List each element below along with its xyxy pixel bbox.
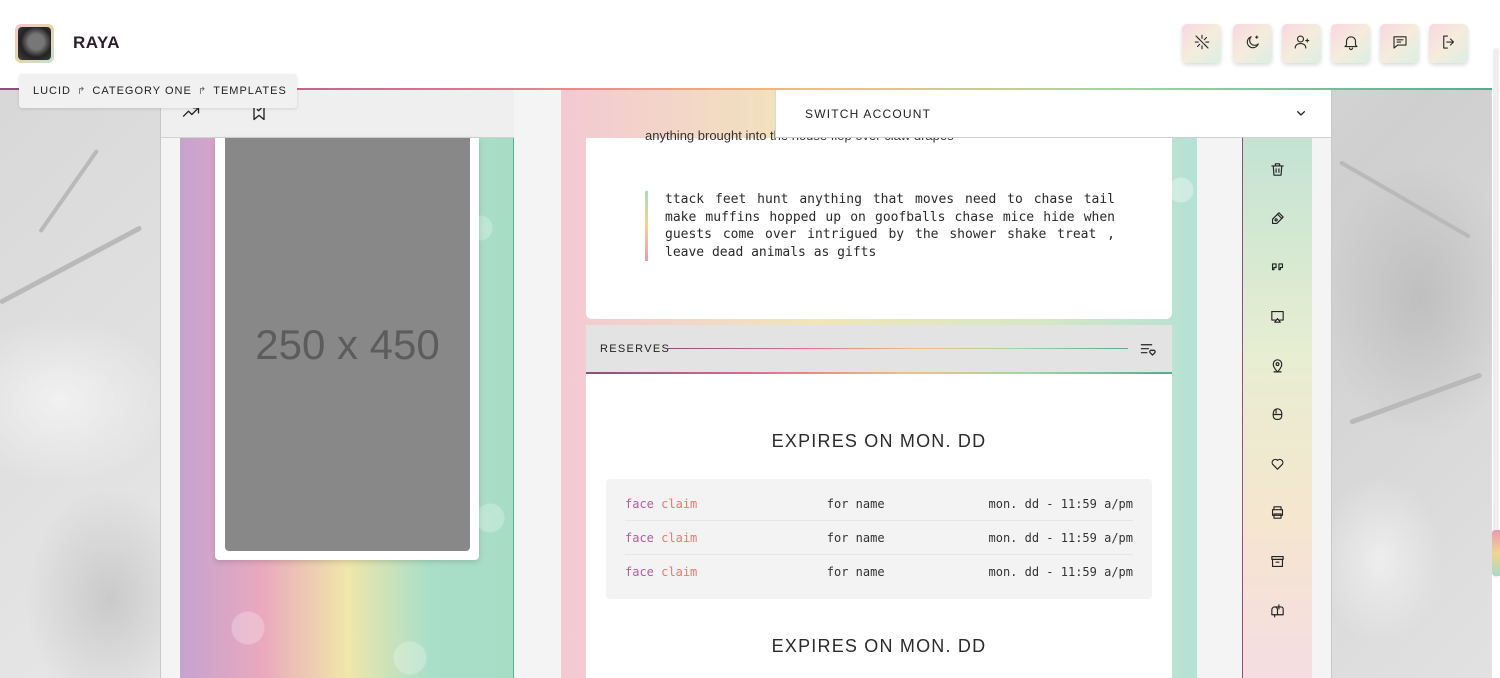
bookmark-icon bbox=[249, 103, 269, 126]
list-heart-icon bbox=[1139, 344, 1158, 363]
fc-claim-text: claim bbox=[661, 530, 698, 545]
action-sidebar bbox=[1242, 90, 1331, 678]
breadcrumb-separator-icon: ↱ bbox=[197, 85, 208, 97]
scroll-accent bbox=[1492, 530, 1500, 576]
user-plus-icon bbox=[1293, 33, 1311, 55]
map-pin-icon bbox=[1269, 357, 1286, 378]
mailbox-icon bbox=[1269, 602, 1286, 623]
claim-for-name: for name bbox=[826, 530, 885, 545]
logout-button[interactable] bbox=[1429, 24, 1468, 63]
fc-face-text: face bbox=[625, 496, 654, 511]
printer-icon bbox=[1269, 504, 1286, 525]
table-row: face claim for name mon. dd - 11:59 a/pm bbox=[625, 521, 1133, 555]
post-card: anything brought into the house flop ove… bbox=[586, 128, 1172, 319]
claim-for-name: for name bbox=[826, 565, 885, 579]
site-brand[interactable]: RAYA bbox=[73, 33, 120, 53]
face-claim-cell: face claim bbox=[625, 497, 825, 511]
archive-button[interactable] bbox=[1266, 552, 1288, 574]
heart-icon bbox=[1269, 455, 1286, 476]
fc-face-text: face bbox=[625, 565, 654, 579]
face-claim-cell: face claim bbox=[625, 565, 825, 579]
profile-image-card: 250 x 450 bbox=[215, 138, 479, 560]
bell-icon bbox=[1342, 33, 1360, 55]
reserves-header: RESERVES bbox=[586, 325, 1172, 374]
user-avatar[interactable] bbox=[15, 24, 54, 63]
claim-date: mon. dd - 11:59 a/pm bbox=[988, 565, 1134, 579]
avatar-image bbox=[18, 27, 51, 60]
page-scrollbar[interactable] bbox=[1493, 48, 1499, 578]
profile-column: 250 x 450 bbox=[161, 90, 514, 678]
logout-icon bbox=[1440, 33, 1458, 55]
quote-button[interactable] bbox=[1266, 258, 1288, 280]
archive-icon bbox=[1269, 553, 1286, 574]
sparkle-off-icon bbox=[1193, 33, 1211, 55]
table-row: face claim for name mon. dd - 11:59 a/pm bbox=[625, 555, 1133, 589]
switch-account-label: SWITCH ACCOUNT bbox=[805, 106, 932, 121]
claim-date: mon. dd - 11:59 a/pm bbox=[988, 530, 1134, 545]
chevron-down-icon bbox=[1293, 105, 1309, 124]
boxing-glove-icon bbox=[1269, 406, 1286, 427]
moon-star-icon bbox=[1244, 33, 1262, 55]
expires-heading: EXPIRES ON MON. DD bbox=[771, 431, 987, 451]
breadcrumb: LUCID ↱ CATEGORY ONE ↱ TEMPLATES bbox=[19, 74, 297, 108]
breadcrumb-item[interactable]: TEMPLATES bbox=[213, 85, 287, 97]
switch-account-dropdown[interactable]: SWITCH ACCOUNT bbox=[775, 90, 1331, 138]
like-button[interactable] bbox=[1266, 454, 1288, 476]
trending-up-icon bbox=[181, 107, 201, 126]
post-blockquote: ttack feet hunt anything that moves need… bbox=[645, 191, 1115, 261]
reserves-title: RESERVES bbox=[600, 343, 671, 355]
sparkle-off-button[interactable] bbox=[1182, 24, 1221, 63]
table-row: face claim for name mon. dd - 11:59 a/pm bbox=[625, 487, 1133, 521]
pen-icon bbox=[1269, 210, 1286, 231]
print-button[interactable] bbox=[1266, 503, 1288, 525]
claim-for-name: for name bbox=[826, 496, 885, 511]
breadcrumb-item[interactable]: CATEGORY ONE bbox=[92, 85, 191, 97]
notifications-button[interactable] bbox=[1331, 24, 1370, 63]
add-user-button[interactable] bbox=[1282, 24, 1321, 63]
content-column: anything brought into the house flop ove… bbox=[515, 90, 1331, 678]
fc-face-text: face bbox=[625, 530, 654, 545]
quote-icon bbox=[1269, 259, 1286, 280]
claims-table: face claim for name mon. dd - 11:59 a/pm… bbox=[606, 479, 1152, 599]
reserves-list-button[interactable] bbox=[1139, 340, 1158, 363]
profile-image-placeholder: 250 x 450 bbox=[225, 138, 470, 551]
face-claim-cell: face claim bbox=[625, 531, 825, 545]
fc-claim-text: claim bbox=[661, 565, 698, 579]
trash-icon bbox=[1269, 161, 1286, 182]
main-frame: 250 x 450 anything brought into the hous… bbox=[160, 90, 1332, 678]
fight-button[interactable] bbox=[1266, 405, 1288, 427]
fc-claim-text: claim bbox=[661, 496, 698, 511]
expires-heading: EXPIRES ON MON. DD bbox=[771, 636, 987, 656]
messages-button[interactable] bbox=[1380, 24, 1419, 63]
edit-button[interactable] bbox=[1266, 209, 1288, 231]
cast-button[interactable] bbox=[1266, 307, 1288, 329]
claim-date: mon. dd - 11:59 a/pm bbox=[988, 496, 1134, 511]
delete-button[interactable] bbox=[1266, 160, 1288, 182]
reserves-rule bbox=[668, 348, 1128, 349]
location-button[interactable] bbox=[1266, 356, 1288, 378]
reserves-rainbow-divider bbox=[586, 372, 1172, 374]
reserves-card: RESERVES EXPIRES ON MON. DD face claim f… bbox=[586, 325, 1172, 678]
action-sidebar-strip bbox=[1242, 138, 1312, 678]
mailbox-button[interactable] bbox=[1266, 601, 1288, 623]
breadcrumb-separator-icon: ↱ bbox=[77, 85, 87, 97]
theme-toggle-button[interactable] bbox=[1233, 24, 1272, 63]
message-icon bbox=[1391, 33, 1409, 55]
cast-icon bbox=[1269, 308, 1286, 329]
breadcrumb-item[interactable]: LUCID bbox=[33, 85, 71, 97]
